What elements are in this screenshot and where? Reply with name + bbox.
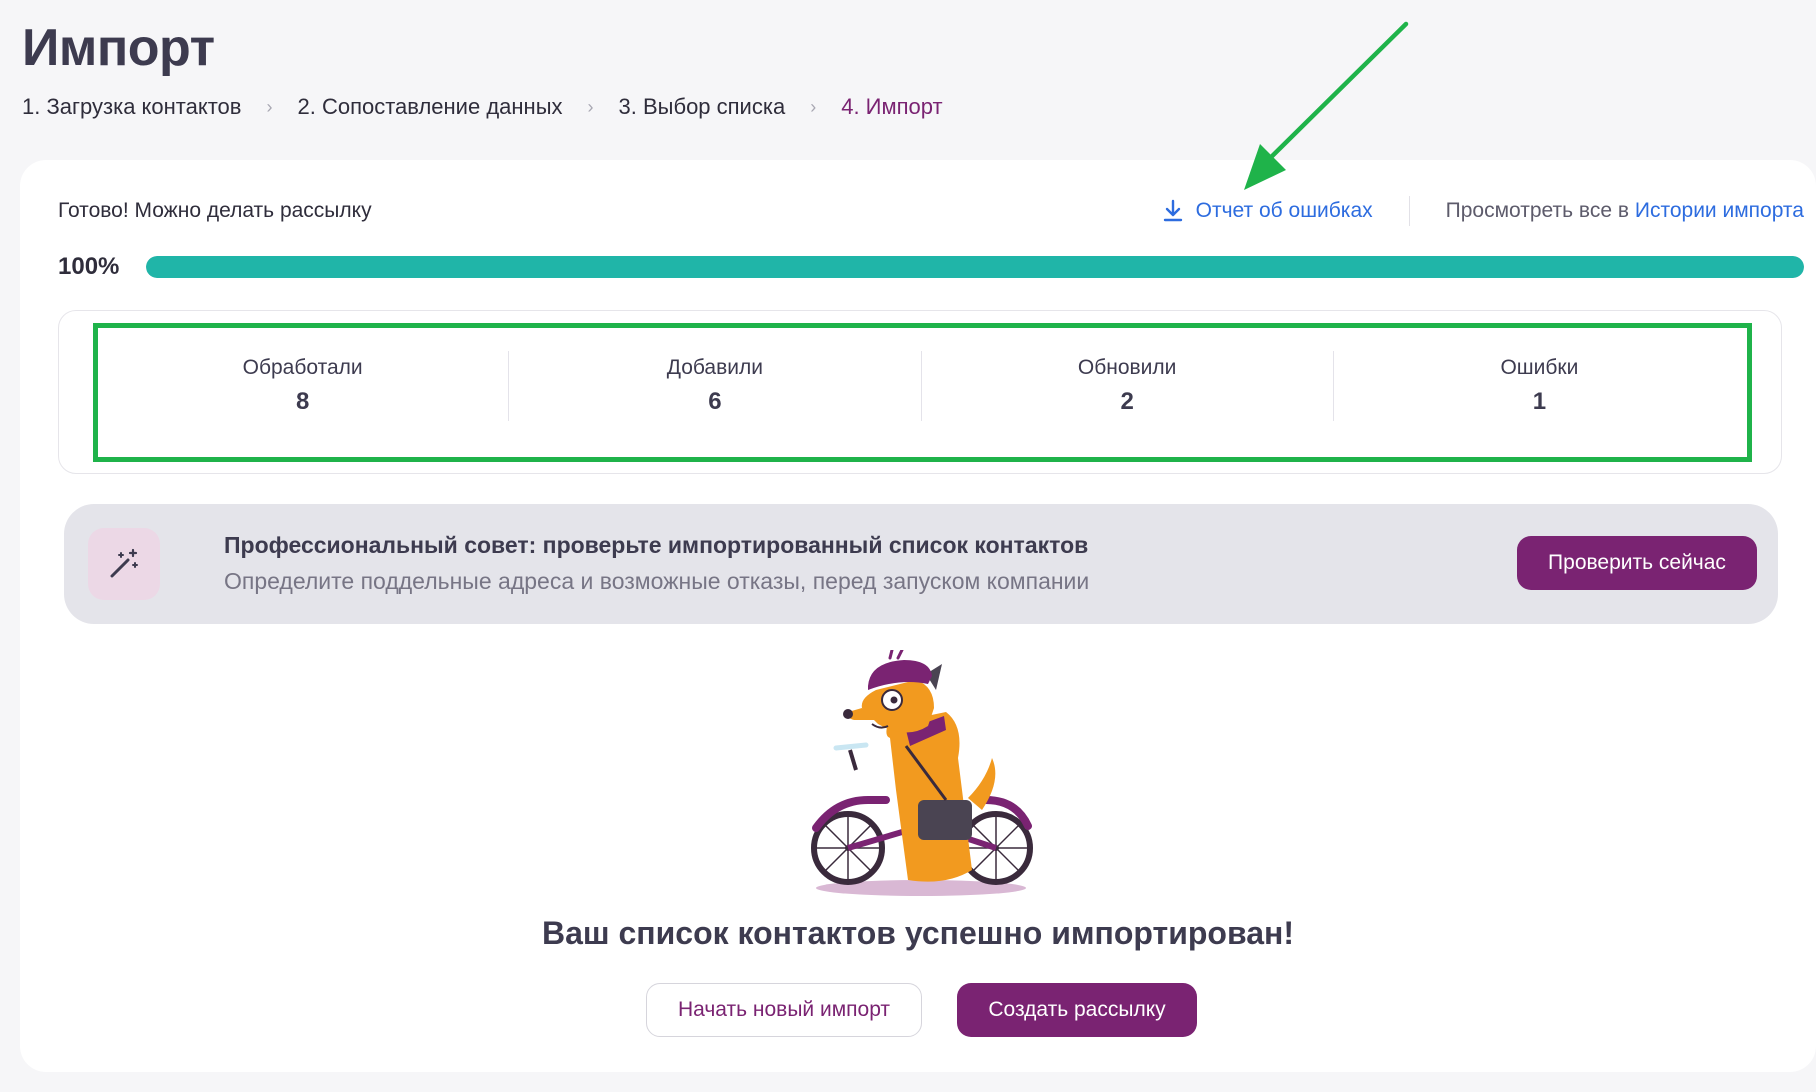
tip-title: Профессиональный совет: проверьте импорт…	[224, 532, 1089, 558]
breadcrumb-step-import: 4. Импорт	[841, 94, 943, 119]
status-row: Готово! Можно делать рассылку Отчет об о…	[58, 196, 1804, 226]
stats-panel: Обработали 8 Добавили 6 Обновили 2 Ошибк…	[58, 310, 1782, 474]
stat-value: 8	[295, 388, 310, 415]
download-icon	[1163, 199, 1182, 222]
page-title: Импорт	[22, 19, 215, 77]
stats-row: Обработали 8 Добавили 6 Обновили 2 Ошибк…	[97, 351, 1745, 421]
stat-errors: Ошибки 1	[1332, 351, 1745, 421]
error-report-label: Отчет об ошибках	[1195, 199, 1373, 222]
stat-value: 2	[1120, 388, 1134, 415]
magic-wand-icon	[88, 528, 160, 600]
status-actions: Отчет об ошибках Просмотреть все в Истор…	[1162, 196, 1804, 226]
stat-value: 1	[1532, 388, 1547, 415]
stat-processed: Обработали 8	[97, 351, 508, 421]
import-result-card: Готово! Можно делать рассылку Отчет об о…	[20, 160, 1816, 1072]
import-history-link[interactable]: Истории импорта	[1635, 199, 1804, 222]
progress-percent: 100%	[58, 253, 120, 280]
tip-subtitle: Определите поддельные адреса и возможные…	[224, 568, 1090, 594]
stat-updated: Обновили 2	[920, 351, 1333, 421]
error-report-link[interactable]: Отчет об ошибках	[1162, 199, 1373, 223]
breadcrumb-step-mapping[interactable]: 2. Сопоставление данных	[297, 94, 562, 120]
history-prefix: Просмотреть все в	[1445, 199, 1630, 222]
stat-value: 6	[708, 388, 722, 415]
breadcrumb-step-upload[interactable]: 1. Загрузка контактов	[22, 94, 241, 120]
chevron-right-icon: ›	[587, 96, 594, 117]
breadcrumb: 1. Загрузка контактов › 2. Сопоставление…	[22, 94, 943, 120]
success-message: Ваш список контактов успешно импортирова…	[542, 915, 1294, 951]
progress-bar	[146, 256, 1804, 278]
chevron-right-icon: ›	[810, 96, 817, 117]
courier-fox-illustration	[811, 650, 1033, 896]
stat-added: Добавили 6	[508, 351, 920, 421]
stat-label: Ошибки	[1500, 356, 1579, 379]
status-text: Готово! Можно делать рассылку	[58, 199, 372, 222]
history-text: Просмотреть все в Истории импорта	[1446, 199, 1804, 223]
progress-row: 100%	[58, 252, 1804, 282]
progress-bar-fill	[146, 256, 1804, 278]
stat-label: Добавили	[666, 356, 763, 379]
divider	[1408, 196, 1410, 226]
new-import-button[interactable]: Начать новый импорт	[646, 983, 922, 1037]
pro-tip-banner: Профессиональный совет: проверьте импорт…	[64, 504, 1778, 624]
chevron-right-icon: ›	[266, 96, 273, 117]
breadcrumb-step-list[interactable]: 3. Выбор списка	[619, 94, 786, 120]
stat-label: Обработали	[242, 356, 363, 379]
check-now-button[interactable]: Проверить сейчас	[1517, 536, 1757, 590]
create-campaign-button[interactable]: Создать рассылку	[957, 983, 1197, 1037]
stat-label: Обновили	[1077, 356, 1177, 379]
